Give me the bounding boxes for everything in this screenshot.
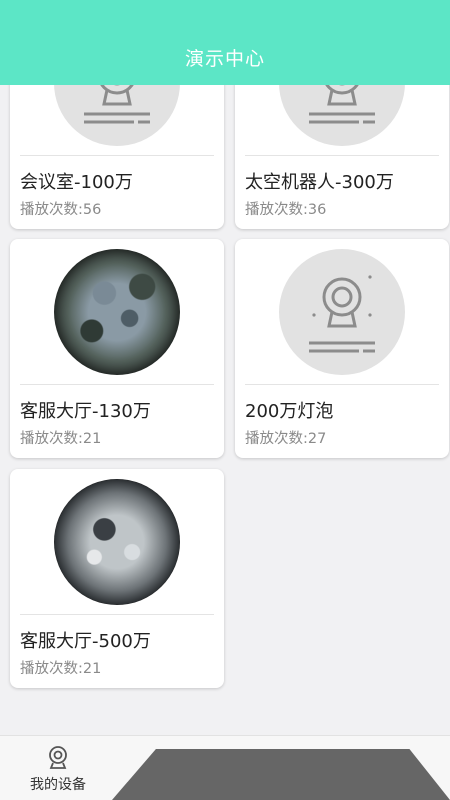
app-header: 演示中心 — [0, 0, 450, 85]
card-divider — [20, 155, 214, 156]
camera-placeholder-icon — [279, 249, 405, 375]
tab-my-devices[interactable]: 我的设备 — [18, 736, 98, 800]
device-grid: 会议室-100万 播放次数:56 太空机器人-300万 播放次数:36 客服大厅… — [0, 0, 450, 700]
device-title: 太空机器人-300万 — [245, 172, 394, 193]
card-divider — [20, 614, 214, 615]
play-count: 播放次数:21 — [20, 661, 102, 677]
device-card[interactable]: 200万灯泡 播放次数:27 — [235, 239, 449, 458]
device-title: 会议室-100万 — [20, 172, 133, 193]
fisheye-lens-image — [54, 479, 180, 605]
fisheye-sphere-image — [54, 249, 180, 375]
play-count: 播放次数:27 — [245, 431, 327, 447]
device-title: 客服大厅-130万 — [20, 401, 151, 422]
play-count: 播放次数:36 — [245, 202, 327, 218]
device-title: 200万灯泡 — [245, 401, 334, 422]
tab-my-devices-label: 我的设备 — [30, 776, 86, 793]
page-title: 演示中心 — [184, 48, 265, 70]
card-divider — [245, 384, 439, 385]
card-divider — [245, 155, 439, 156]
device-card[interactable]: 客服大厅-130万 播放次数:21 — [10, 239, 224, 458]
device-card[interactable]: 客服大厅-500万 播放次数:21 — [10, 469, 224, 688]
play-count: 播放次数:56 — [20, 202, 102, 218]
camera-icon — [49, 745, 67, 769]
card-divider — [20, 384, 214, 385]
play-count: 播放次数:21 — [20, 431, 102, 447]
device-title: 客服大厅-500万 — [20, 631, 151, 652]
bottom-overlay-shape — [112, 749, 450, 800]
